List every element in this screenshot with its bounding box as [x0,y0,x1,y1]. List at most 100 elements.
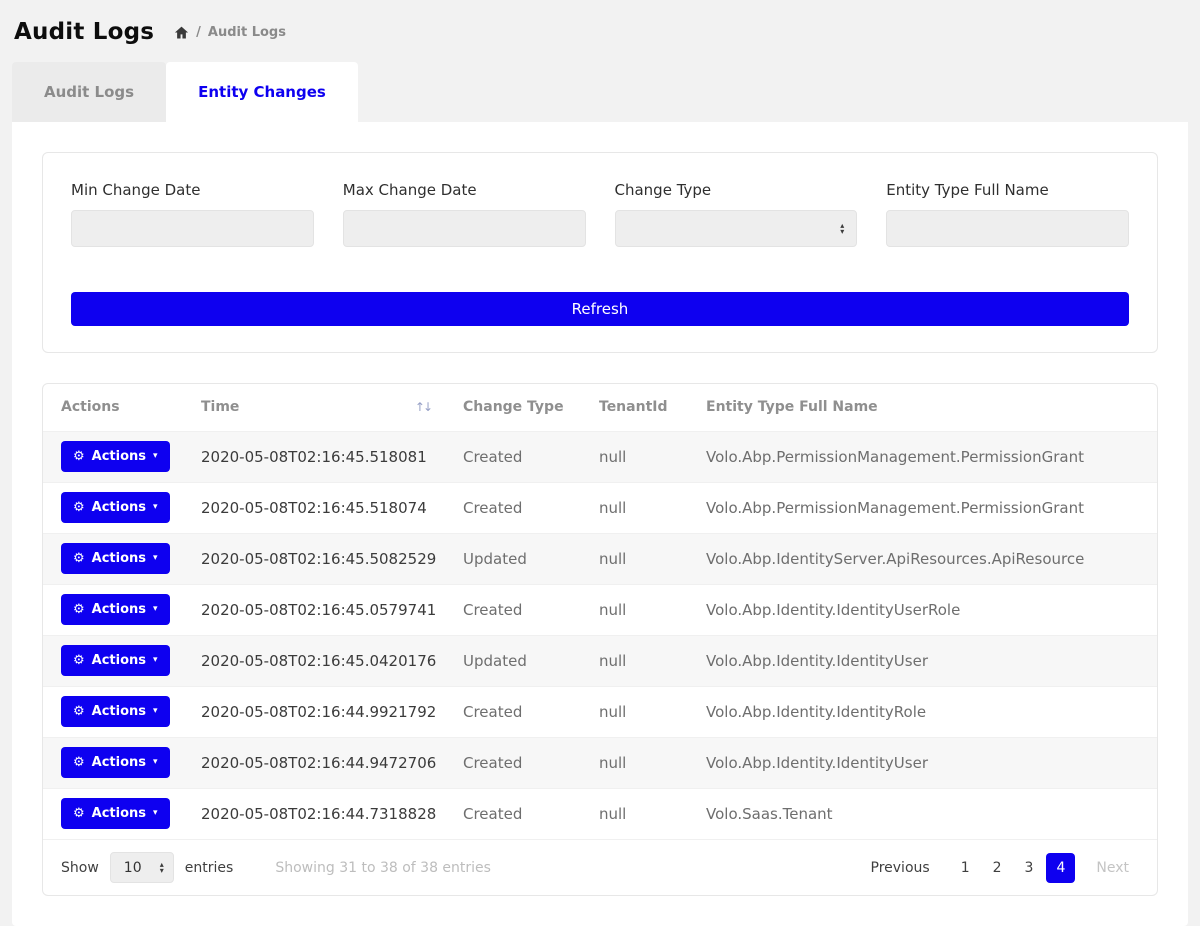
change-type-cell: Updated [453,533,589,584]
gear-icon: ⚙ [73,603,85,616]
change-type-cell: Created [453,686,589,737]
filter-min-change-date: Min Change Date [71,181,314,247]
min-change-date-input[interactable] [71,210,314,247]
change-type-select[interactable]: ▴▾ [615,210,858,247]
max-change-date-label: Max Change Date [343,181,586,199]
row-actions-label: Actions [92,704,146,719]
filter-card: Min Change Date Max Change Date Change T… [42,152,1158,353]
row-actions-button[interactable]: ⚙ Actions ▾ [61,492,170,523]
row-actions-label: Actions [92,755,146,770]
table-card: Actions Time ↑↓ Change Type TenantId Ent… [42,383,1158,896]
page-header: Audit Logs / Audit Logs [0,0,1200,62]
time-cell: 2020-05-08T02:16:45.0420176 [191,635,453,686]
entity-type-full-name-label: Entity Type Full Name [886,181,1129,199]
entity-type-cell: Volo.Abp.Identity.IdentityUser [696,737,1157,788]
row-actions-button[interactable]: ⚙ Actions ▾ [61,543,170,574]
entity-type-cell: Volo.Abp.IdentityServer.ApiResources.Api… [696,533,1157,584]
row-actions-label: Actions [92,806,146,821]
row-actions-button[interactable]: ⚙ Actions ▾ [61,441,170,472]
entries-label: entries [185,860,234,876]
table-row: ⚙ Actions ▾ 2020-05-08T02:16:45.0579741 … [43,584,1157,635]
pagination-previous[interactable]: Previous [861,853,940,883]
tenantid-cell: null [589,431,696,482]
gear-icon: ⚙ [73,501,85,514]
tenantid-cell: null [589,737,696,788]
row-actions-label: Actions [92,653,146,668]
col-header-tenantid[interactable]: TenantId [589,384,696,431]
filter-entity-type-full-name: Entity Type Full Name [886,181,1129,247]
caret-down-icon: ▾ [153,809,158,818]
caret-down-icon: ▾ [153,503,158,512]
row-actions-button[interactable]: ⚙ Actions ▾ [61,594,170,625]
min-change-date-label: Min Change Date [71,181,314,199]
gear-icon: ⚙ [73,705,85,718]
entity-type-cell: Volo.Abp.PermissionManagement.Permission… [696,482,1157,533]
caret-down-icon: ▾ [153,554,158,563]
filter-grid: Min Change Date Max Change Date Change T… [71,181,1129,247]
filter-change-type: Change Type ▴▾ [615,181,858,247]
home-icon[interactable] [174,25,189,40]
row-actions-button[interactable]: ⚙ Actions ▾ [61,798,170,829]
caret-down-icon: ▾ [153,758,158,767]
caret-down-icon: ▾ [153,452,158,461]
row-actions-label: Actions [92,602,146,617]
change-type-cell: Created [453,482,589,533]
table-header-row: Actions Time ↑↓ Change Type TenantId Ent… [43,384,1157,431]
tenantid-cell: null [589,584,696,635]
table-row: ⚙ Actions ▾ 2020-05-08T02:16:44.9472706 … [43,737,1157,788]
time-cell: 2020-05-08T02:16:45.518081 [191,431,453,482]
showing-entries-text: Showing 31 to 38 of 38 entries [275,860,491,876]
col-header-entity-type[interactable]: Entity Type Full Name [696,384,1157,431]
refresh-button[interactable]: Refresh [71,292,1129,326]
pagination-page-3[interactable]: 3 [1015,853,1044,883]
time-cell: 2020-05-08T02:16:45.5082529 [191,533,453,584]
row-actions-button[interactable]: ⚙ Actions ▾ [61,696,170,727]
gear-icon: ⚙ [73,654,85,667]
gear-icon: ⚙ [73,552,85,565]
pagination-next[interactable]: Next [1086,853,1139,883]
tenantid-cell: null [589,788,696,839]
caret-down-icon: ▾ [153,656,158,665]
row-actions-label: Actions [92,551,146,566]
pagination-page-2[interactable]: 2 [983,853,1012,883]
change-type-cell: Created [453,737,589,788]
sort-icon[interactable]: ↑↓ [415,400,431,414]
row-actions-label: Actions [92,449,146,464]
col-header-time[interactable]: Time ↑↓ [191,384,453,431]
tab-bar: Audit Logs Entity Changes [12,62,1188,122]
entity-type-cell: Volo.Abp.PermissionManagement.Permission… [696,431,1157,482]
time-cell: 2020-05-08T02:16:44.9921792 [191,686,453,737]
pagination-page-1[interactable]: 1 [951,853,980,883]
table-footer: Show 10 ▴▾ entries Showing 31 to 38 of 3… [43,839,1157,895]
entity-type-cell: Volo.Abp.Identity.IdentityUserRole [696,584,1157,635]
gear-icon: ⚙ [73,450,85,463]
entity-type-cell: Volo.Abp.Identity.IdentityRole [696,686,1157,737]
pagination-page-4[interactable]: 4 [1046,853,1075,883]
pagination: Previous 1 2 3 4 Next [861,853,1139,883]
entity-type-cell: Volo.Abp.Identity.IdentityUser [696,635,1157,686]
breadcrumb-separator: / [196,25,201,40]
breadcrumb-current: Audit Logs [208,25,286,40]
select-arrows-icon: ▴▾ [840,223,844,234]
row-actions-button[interactable]: ⚙ Actions ▾ [61,645,170,676]
entity-type-full-name-input[interactable] [886,210,1129,247]
row-actions-label: Actions [92,500,146,515]
table-row: ⚙ Actions ▾ 2020-05-08T02:16:45.518081 C… [43,431,1157,482]
tab-audit-logs[interactable]: Audit Logs [12,62,166,122]
page-size-value: 10 [124,860,142,876]
breadcrumb: / Audit Logs [174,25,286,40]
time-cell: 2020-05-08T02:16:45.518074 [191,482,453,533]
tab-entity-changes[interactable]: Entity Changes [166,62,358,122]
content-panel: Min Change Date Max Change Date Change T… [12,122,1188,926]
max-change-date-input[interactable] [343,210,586,247]
filter-max-change-date: Max Change Date [343,181,586,247]
time-cell: 2020-05-08T02:16:44.7318828 [191,788,453,839]
table-row: ⚙ Actions ▾ 2020-05-08T02:16:45.5082529 … [43,533,1157,584]
show-label: Show [61,860,99,876]
row-actions-button[interactable]: ⚙ Actions ▾ [61,747,170,778]
page-size-select[interactable]: 10 ▴▾ [110,852,174,883]
col-header-time-label: Time [201,399,239,415]
col-header-change-type[interactable]: Change Type [453,384,589,431]
page-title: Audit Logs [14,19,154,45]
change-type-cell: Created [453,431,589,482]
